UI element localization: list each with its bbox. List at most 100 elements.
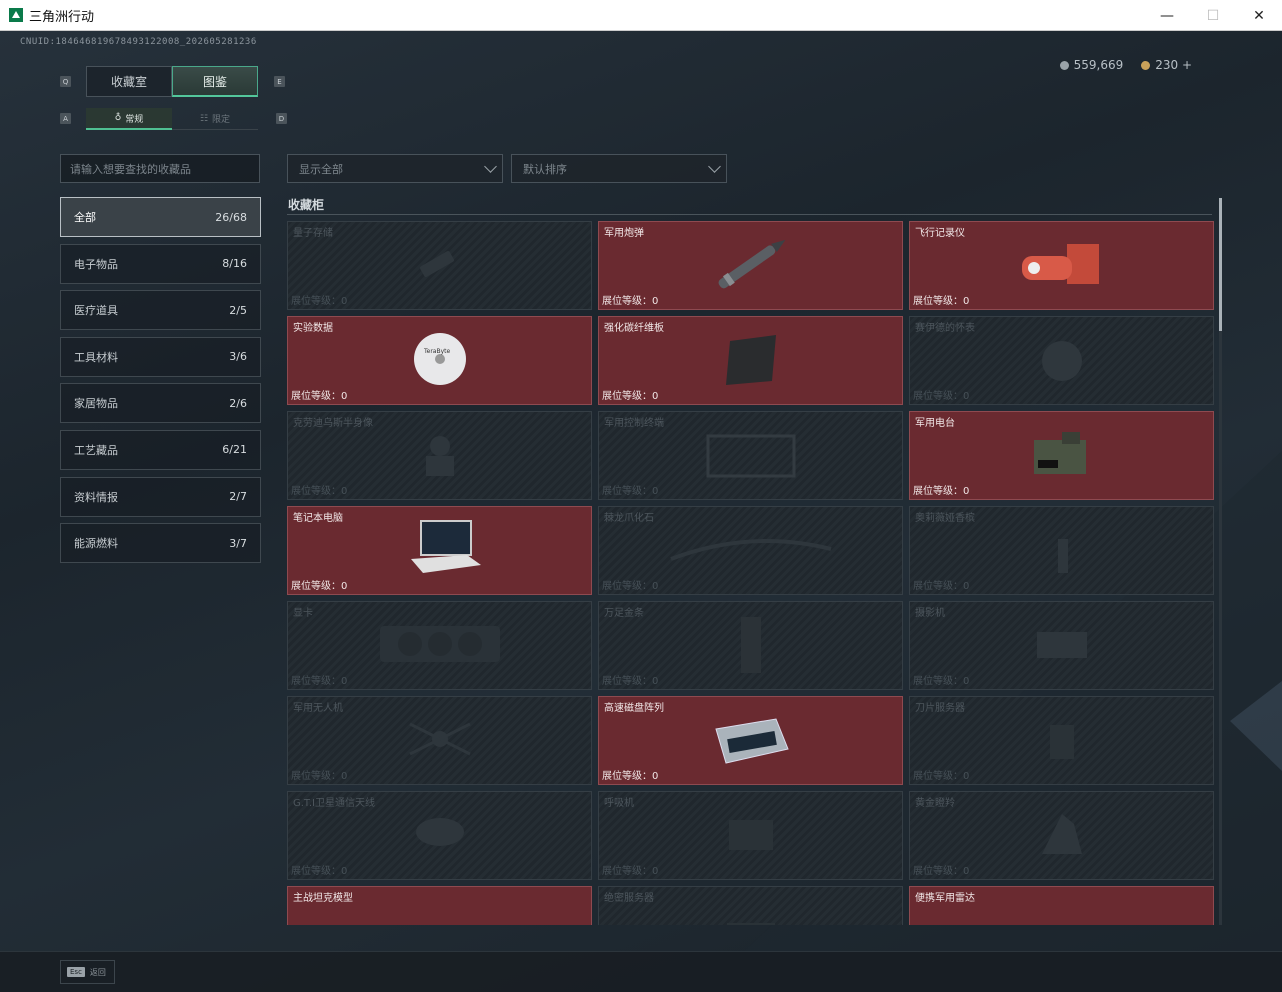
gold-currency[interactable]: 230 + (1141, 58, 1192, 72)
champagne-icon (1042, 519, 1082, 583)
level-value: 0 (963, 486, 970, 497)
level-value: 0 (652, 866, 659, 877)
item-card[interactable]: 军用炮弹 展位等级：0 (598, 221, 903, 310)
camera-icon (1017, 614, 1107, 678)
item-card[interactable]: G.T.I卫星通信天线 展位等级：0 (287, 791, 592, 880)
item-name: 刀片服务器 (915, 703, 965, 714)
level-value: 0 (963, 296, 970, 307)
item-card[interactable]: 奥莉薇娅香槟展位等级：0 (909, 506, 1214, 595)
show-filter-dropdown[interactable]: 显示全部 (287, 154, 503, 183)
level-label: 展位等级： (291, 486, 341, 497)
category-medical[interactable]: 医疗道具 2/5 (60, 290, 261, 331)
subtab-regular[interactable]: ♁ 常规 (86, 108, 172, 130)
gold-bar-icon (731, 609, 771, 683)
ventilator-icon (711, 804, 791, 868)
disk-array-icon (706, 709, 796, 773)
item-card[interactable]: 飞行记录仪 展位等级：0 (909, 221, 1214, 310)
close-button[interactable]: ✕ (1236, 0, 1282, 31)
item-level: 展位等级：0 (291, 292, 347, 307)
item-card[interactable]: 高速磁盘阵列 展位等级：0 (598, 696, 903, 785)
item-level: 展位等级：0 (913, 862, 969, 877)
maximize-button[interactable]: ☐ (1190, 0, 1236, 31)
category-all[interactable]: 全部 26/68 (60, 197, 261, 237)
item-level: 展位等级：0 (602, 482, 658, 497)
level-value: 0 (652, 391, 659, 402)
level-value: 0 (963, 391, 970, 402)
next-tab-key-icon: E (274, 76, 285, 87)
item-card[interactable]: 主战坦克模型展位等级：0 (287, 886, 592, 925)
secret-server-icon (711, 899, 791, 925)
item-level: 展位等级：0 (913, 672, 969, 687)
back-button[interactable]: Esc 返回 (60, 960, 115, 984)
level-label: 展位等级： (602, 771, 652, 782)
item-name: 军用电台 (915, 418, 955, 429)
item-card[interactable]: 显卡 展位等级：0 (287, 601, 592, 690)
search-input[interactable]: 请输入想要查找的收藏品 (60, 154, 260, 183)
item-card[interactable]: 军用无人机 展位等级：0 (287, 696, 592, 785)
item-card[interactable]: 赛伊德的怀表 展位等级：0 (909, 316, 1214, 405)
item-card[interactable]: 克劳迪乌斯半身像 展位等级：0 (287, 411, 592, 500)
user-uid: CNUID:184646819678493122008_202605281236 (20, 37, 257, 47)
category-household[interactable]: 家居物品 2/6 (60, 383, 261, 424)
item-card[interactable]: 摄影机 展位等级：0 (909, 601, 1214, 690)
item-name: 奥莉薇娅香槟 (915, 513, 975, 524)
item-card[interactable]: 便携军用雷达展位等级：0 (909, 886, 1214, 925)
level-label: 展位等级： (291, 676, 341, 687)
item-level: 展位等级：0 (602, 862, 658, 877)
category-crafts[interactable]: 工艺藏品 6/21 (60, 429, 261, 470)
item-level: 展位等级：0 (602, 767, 658, 782)
silver-coin-icon (1059, 61, 1069, 70)
sort-dropdown[interactable]: 默认排序 (511, 154, 727, 183)
item-name: 笔记本电脑 (293, 513, 343, 524)
item-level: 展位等级：0 (913, 577, 969, 592)
item-card[interactable]: 刀片服务器 展位等级：0 (909, 696, 1214, 785)
level-value: 0 (341, 771, 348, 782)
tab-collection-room[interactable]: 收藏室 (86, 66, 172, 97)
item-level: 展位等级：0 (913, 482, 969, 497)
item-name: 呼吸机 (604, 798, 634, 809)
item-card[interactable]: 军用控制终端 展位等级：0 (598, 411, 903, 500)
level-value: 0 (341, 866, 348, 877)
limited-icon: ☷ (199, 113, 209, 124)
item-card[interactable]: 呼吸机展位等级：0 (598, 791, 903, 880)
item-card[interactable]: TeraByte 实验数据 展位等级：0 (287, 316, 592, 405)
item-name: 军用无人机 (293, 703, 343, 714)
item-name: 万足金条 (604, 608, 644, 619)
silver-currency[interactable]: 559,669 (1059, 58, 1123, 72)
level-label: 展位等级： (913, 771, 963, 782)
category-energy[interactable]: 能源燃料 3/7 (60, 523, 261, 564)
level-value: 0 (652, 771, 659, 782)
item-card[interactable]: 黄金瞪羚 展位等级：0 (909, 791, 1214, 880)
fossil-claw-icon (651, 519, 851, 583)
category-tools[interactable]: 工具材料 3/6 (60, 336, 261, 377)
tab-catalog[interactable]: 图鉴 (172, 66, 258, 97)
prev-subtab-key-icon: A (60, 113, 71, 124)
item-card[interactable]: 棘龙爪化石 展位等级：0 (598, 506, 903, 595)
item-card[interactable]: 强化碳纤维板 展位等级：0 (598, 316, 903, 405)
item-card[interactable]: 军用电台展位等级：0 (909, 411, 1214, 500)
level-label: 展位等级： (913, 676, 963, 687)
item-card[interactable]: 万足金条 展位等级：0 (598, 601, 903, 690)
category-electronics[interactable]: 电子物品 8/16 (60, 243, 261, 284)
minimize-button[interactable]: — (1144, 0, 1190, 31)
level-label: 展位等级： (602, 581, 652, 592)
item-name: 主战坦克模型 (293, 893, 353, 904)
item-card[interactable]: 绝密服务器展位等级：0 (598, 886, 903, 925)
level-label: 展位等级： (913, 486, 963, 497)
sub-tabs: ♁ 常规 ☷ 限定 (86, 108, 258, 130)
level-value: 0 (341, 581, 348, 592)
section-divider (287, 214, 1212, 215)
item-card[interactable]: 笔记本电脑 展位等级：0 (287, 506, 592, 595)
level-label: 展位等级： (602, 391, 652, 402)
level-label: 展位等级： (602, 866, 652, 877)
level-label: 展位等级： (913, 866, 963, 877)
category-intel[interactable]: 资料情报 2/7 (60, 476, 261, 517)
item-name: 显卡 (293, 608, 313, 619)
section-title: 收藏柜 (288, 198, 325, 212)
item-card[interactable]: 量子存储 展位等级：0 (287, 221, 592, 310)
level-label: 展位等级： (291, 866, 341, 877)
scrollbar-thumb[interactable] (1219, 198, 1222, 331)
level-value: 0 (652, 296, 659, 307)
subtab-limited[interactable]: ☷ 限定 (172, 108, 258, 130)
next-subtab-key-icon: D (276, 113, 287, 124)
